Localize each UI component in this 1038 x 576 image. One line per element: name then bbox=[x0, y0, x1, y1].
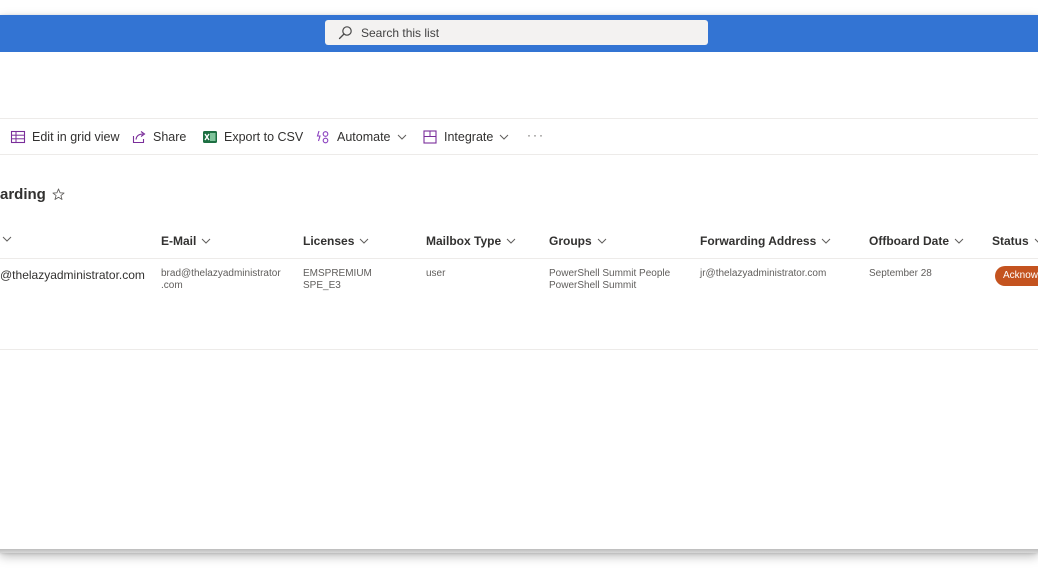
chevron-down-icon bbox=[397, 134, 406, 140]
automate-label: Automate bbox=[337, 130, 391, 144]
column-header-groups-label: Groups bbox=[549, 234, 592, 248]
cell-forwarding-address: jr@thelazyadministrator.com bbox=[700, 268, 827, 279]
chevron-down-icon bbox=[1034, 238, 1038, 244]
cell-email: brad@thelazyadministrator .com bbox=[161, 268, 281, 292]
column-header-status[interactable]: Status bbox=[992, 234, 1038, 248]
suite-bar bbox=[0, 15, 1038, 52]
search-icon bbox=[338, 26, 352, 40]
cell-licenses-line1: EMSPREMIUM bbox=[303, 268, 372, 279]
header-divider bbox=[0, 258, 1038, 259]
cell-groups-line1: PowerShell Summit People bbox=[549, 268, 671, 279]
sharepoint-list-window: Edit in grid view Share Export to CSV bbox=[0, 15, 1038, 552]
integrate-icon bbox=[423, 130, 437, 144]
integrate-menu[interactable]: Integrate bbox=[422, 119, 509, 155]
window-shadow-edge bbox=[0, 549, 1038, 553]
automate-menu[interactable]: Automate bbox=[315, 119, 407, 155]
star-icon[interactable] bbox=[52, 188, 65, 201]
cell-email-line2: .com bbox=[161, 280, 183, 291]
cell-title[interactable]: @thelazyadministrator.com bbox=[0, 268, 145, 282]
cell-email-line1: brad@thelazyadministrator bbox=[161, 268, 281, 279]
cell-mailbox-type: user bbox=[426, 268, 446, 279]
automate-icon bbox=[316, 130, 329, 144]
column-header-mailbox-type[interactable]: Mailbox Type bbox=[426, 234, 516, 248]
search-box[interactable] bbox=[325, 20, 708, 45]
cell-licenses-line2: SPE_E3 bbox=[303, 280, 341, 291]
export-csv-label: Export to CSV bbox=[224, 130, 304, 144]
cell-licenses: EMSPREMIUM SPE_E3 bbox=[303, 268, 372, 292]
column-header-status-label: Status bbox=[992, 234, 1029, 248]
chevron-down-icon bbox=[954, 238, 964, 244]
chevron-down-icon bbox=[2, 236, 12, 242]
chevron-down-icon bbox=[597, 238, 607, 244]
column-header-email[interactable]: E-Mail bbox=[161, 234, 211, 248]
column-header-licenses-label: Licenses bbox=[303, 234, 355, 248]
edit-grid-view-label: Edit in grid view bbox=[32, 130, 120, 144]
excel-icon bbox=[203, 131, 217, 143]
column-header-licenses[interactable]: Licenses bbox=[303, 234, 369, 248]
export-csv-button[interactable]: Export to CSV bbox=[202, 119, 303, 155]
column-header-offboard-date[interactable]: Offboard Date bbox=[869, 234, 964, 248]
grid-icon bbox=[10, 130, 26, 144]
chevron-down-icon bbox=[506, 238, 516, 244]
chevron-down-icon bbox=[821, 238, 831, 244]
command-bar: Edit in grid view Share Export to CSV Au… bbox=[0, 118, 1038, 155]
column-header-mailbox-type-label: Mailbox Type bbox=[426, 234, 502, 248]
list-title: arding bbox=[0, 186, 46, 203]
column-header-forwarding-address-label: Forwarding Address bbox=[700, 234, 817, 248]
cell-groups-line2: PowerShell Summit bbox=[549, 280, 637, 291]
status-badge: Acknowledged bbox=[995, 266, 1038, 286]
more-options-button[interactable]: ··· bbox=[527, 128, 545, 142]
chevron-down-icon bbox=[201, 238, 211, 244]
chevron-down-icon bbox=[499, 134, 509, 140]
column-header-email-label: E-Mail bbox=[161, 234, 197, 248]
cell-offboard-date: September 28 bbox=[869, 268, 932, 279]
row-divider bbox=[0, 349, 1038, 350]
share-button[interactable]: Share bbox=[131, 119, 186, 155]
share-label: Share bbox=[153, 130, 187, 144]
edit-grid-view-button[interactable]: Edit in grid view bbox=[10, 119, 120, 155]
column-header-forwarding-address[interactable]: Forwarding Address bbox=[700, 234, 831, 248]
search-input[interactable] bbox=[361, 20, 691, 45]
column-header-offboard-date-label: Offboard Date bbox=[869, 234, 950, 248]
column-header-groups[interactable]: Groups bbox=[549, 234, 607, 248]
integrate-label: Integrate bbox=[444, 130, 494, 144]
cell-groups: PowerShell Summit People PowerShell Summ… bbox=[549, 268, 670, 292]
share-icon bbox=[132, 131, 146, 144]
column-header-title[interactable] bbox=[0, 234, 12, 244]
chevron-down-icon bbox=[360, 238, 369, 244]
